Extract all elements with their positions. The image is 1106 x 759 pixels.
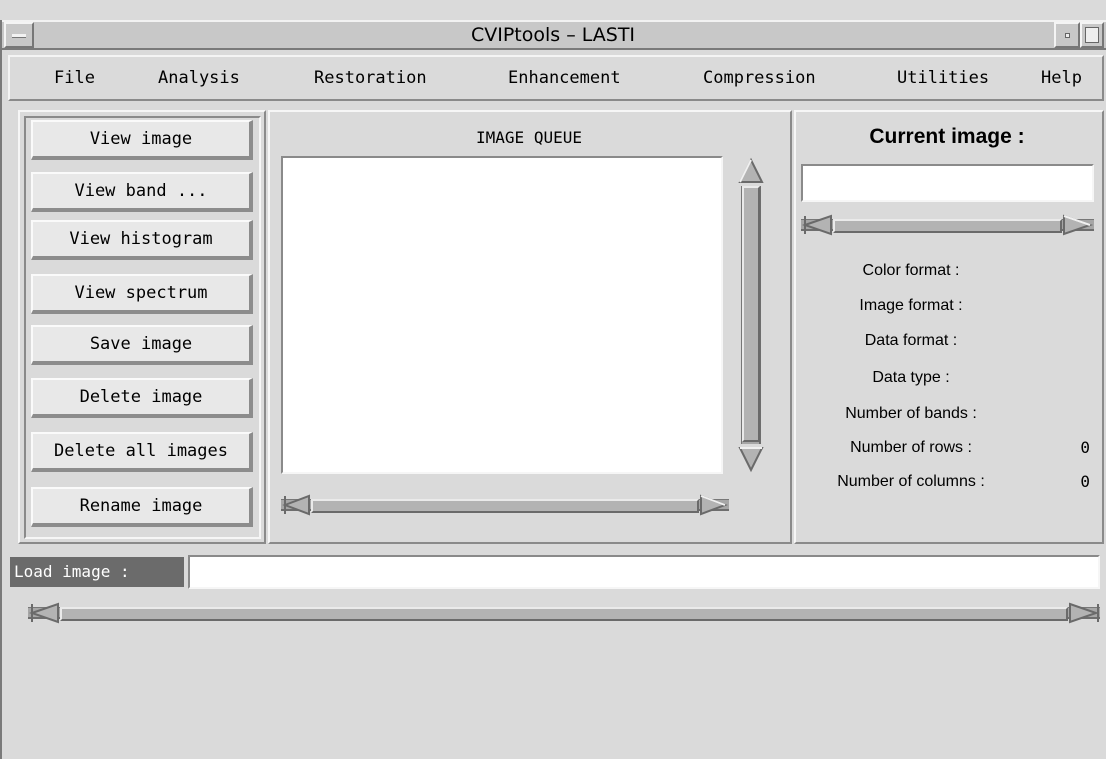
current-image-field[interactable] — [801, 164, 1094, 202]
load-image-label: Load image : — [10, 557, 184, 587]
window-left-border — [0, 20, 2, 759]
color-format-label: Color format : — [862, 262, 960, 279]
delete-all-images-button[interactable]: Delete all images — [31, 432, 253, 472]
menu-analysis[interactable]: Analysis — [158, 57, 240, 99]
load-hscroll-trough[interactable] — [28, 607, 1100, 621]
menu-compression[interactable]: Compression — [703, 57, 816, 99]
image-format-label: Image format : — [859, 297, 963, 314]
image-queue-title: IMAGE QUEUE — [476, 128, 582, 147]
arrow-right-icon[interactable] — [699, 492, 729, 518]
rename-image-button[interactable]: Rename image — [31, 487, 253, 527]
view-histogram-button[interactable]: View histogram — [31, 220, 253, 260]
menu-restoration[interactable]: Restoration — [314, 57, 427, 99]
arrow-left-svg-3 — [28, 602, 59, 624]
load-image-field[interactable] — [188, 555, 1100, 589]
arrow-left-icon[interactable] — [28, 600, 60, 626]
menu-file[interactable]: File — [54, 57, 95, 99]
arrow-down-svg — [738, 447, 764, 473]
window-title: CVIPtools – LASTI — [470, 24, 636, 46]
arrow-left-svg — [282, 494, 310, 516]
current-hscroll-thumb[interactable] — [833, 219, 1062, 233]
current-image-title: Current image : — [869, 125, 1025, 148]
arrow-up-svg — [738, 157, 764, 183]
image-queue-list[interactable] — [281, 156, 723, 474]
number-of-bands-label: Number of bands : — [845, 405, 977, 422]
menu-enhancement[interactable]: Enhancement — [508, 57, 621, 99]
arrow-right-icon[interactable] — [1062, 212, 1094, 238]
title-bar[interactable]: CVIPtools – LASTI — [0, 20, 1106, 50]
current-hscroll-trough[interactable] — [801, 219, 1094, 233]
load-hscroll-thumb[interactable] — [60, 607, 1068, 621]
arrow-right-svg-3 — [1069, 602, 1100, 624]
maximize-button[interactable] — [1080, 22, 1104, 48]
view-image-button[interactable]: View image — [31, 120, 253, 160]
arrow-left-icon[interactable] — [801, 212, 833, 238]
maximize-icon — [1085, 27, 1099, 43]
arrow-left-icon[interactable] — [281, 492, 311, 518]
number-of-rows-value: 0 — [1080, 438, 1090, 457]
queue-hscroll-trough[interactable] — [281, 499, 729, 513]
minimize-icon — [1065, 33, 1070, 38]
view-band-button[interactable]: View band ... — [31, 172, 253, 212]
queue-horizontal-scrollbar[interactable] — [281, 490, 729, 516]
queue-vscroll-trough[interactable] — [741, 186, 761, 444]
queue-vertical-scrollbar[interactable] — [736, 156, 766, 474]
menu-help[interactable]: Help — [1041, 57, 1082, 99]
data-format-label: Data format : — [864, 332, 958, 349]
number-of-columns-value: 0 — [1080, 472, 1090, 491]
arrow-right-svg-2 — [1063, 214, 1094, 236]
number-of-columns-label: Number of columns : — [837, 473, 985, 490]
delete-image-button[interactable]: Delete image — [31, 378, 253, 418]
arrow-right-icon[interactable] — [1068, 600, 1100, 626]
queue-hscroll-thumb[interactable] — [311, 499, 699, 513]
arrow-right-svg — [700, 494, 728, 516]
current-image-scrollbar[interactable] — [801, 210, 1094, 236]
data-type-label: Data type : — [872, 369, 950, 386]
view-spectrum-button[interactable]: View spectrum — [31, 274, 253, 314]
menu-bar: File Analysis Restoration Enhancement Co… — [8, 55, 1104, 101]
load-image-scrollbar[interactable] — [28, 598, 1100, 624]
save-image-button[interactable]: Save image — [31, 325, 253, 365]
arrow-down-icon[interactable] — [736, 444, 766, 474]
menu-utilities[interactable]: Utilities — [897, 57, 989, 99]
queue-vscroll-thumb[interactable] — [742, 186, 760, 442]
number-of-rows-label: Number of rows : — [850, 439, 972, 456]
arrow-left-svg-2 — [801, 214, 832, 236]
arrow-up-icon[interactable] — [736, 156, 766, 186]
minimize-button[interactable] — [1054, 22, 1080, 48]
